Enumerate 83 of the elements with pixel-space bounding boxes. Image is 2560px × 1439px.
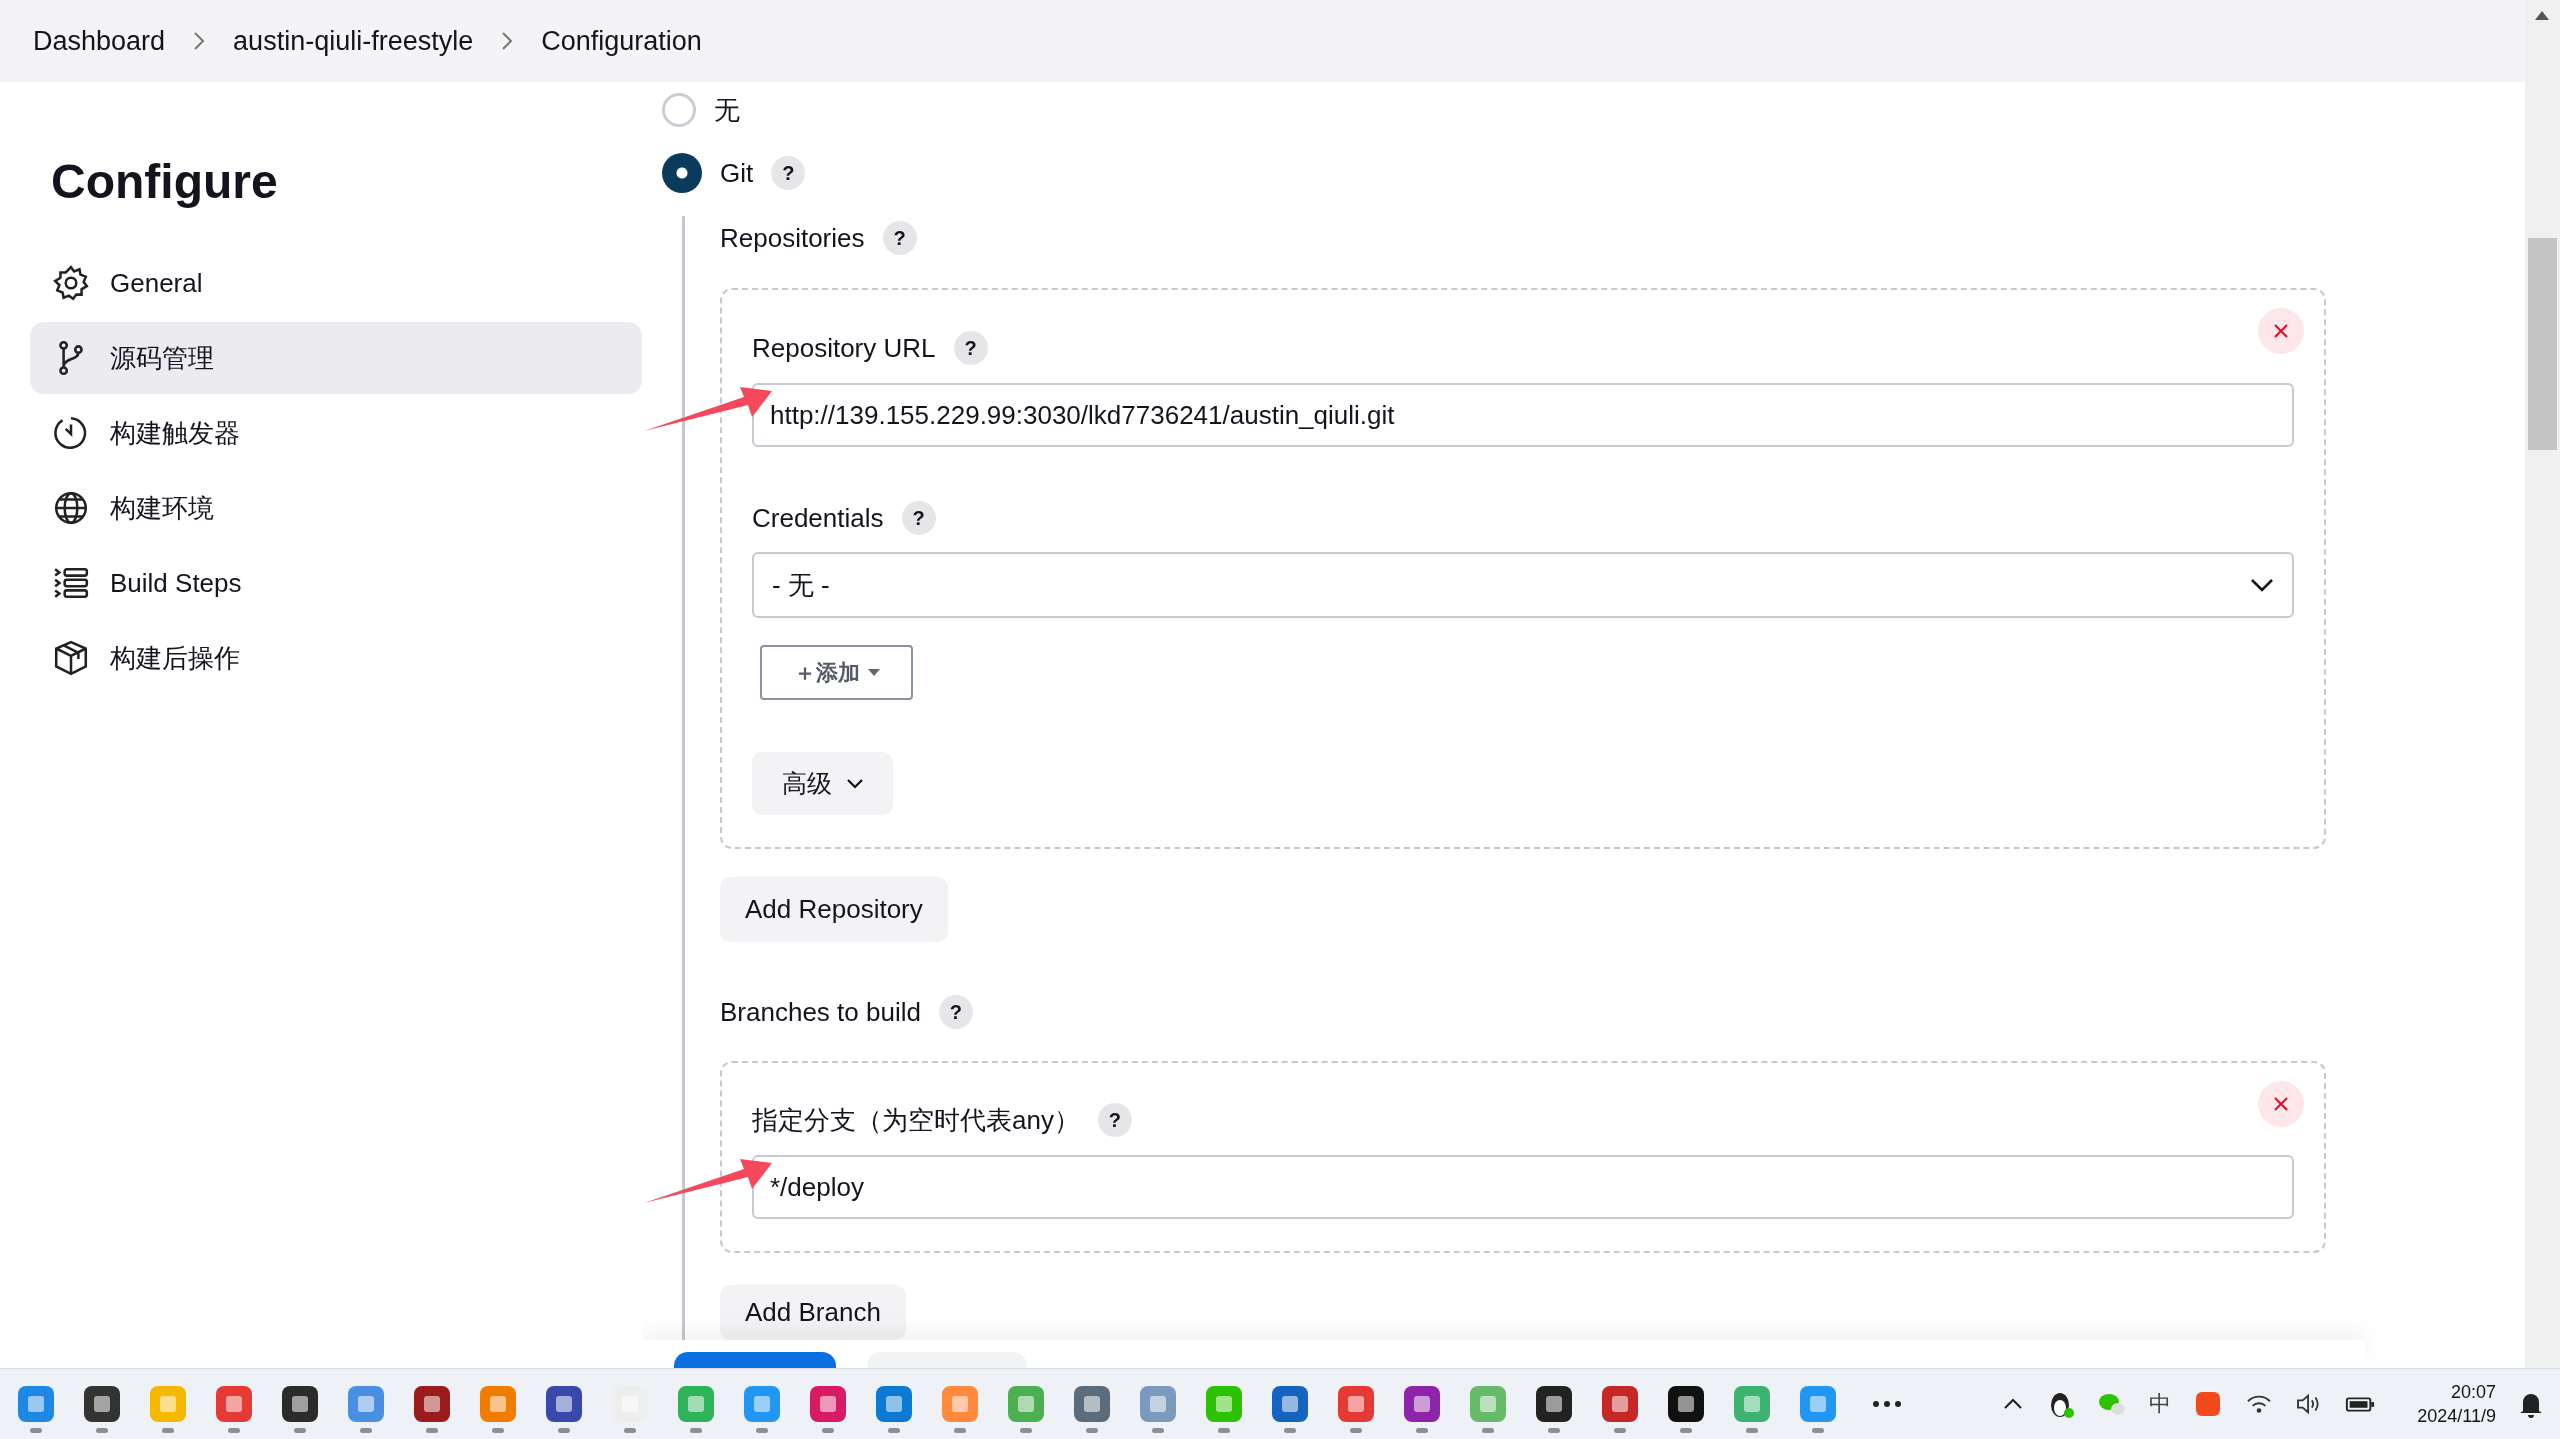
running-indicator — [1746, 1427, 1758, 1433]
running-indicator — [96, 1427, 108, 1433]
app-icon[interactable] — [1402, 1383, 1442, 1424]
running-indicator — [1482, 1427, 1494, 1433]
chevron-right-icon — [501, 31, 514, 51]
running-indicator — [1020, 1427, 1032, 1433]
sidebar-item[interactable]: 构建触发器 — [30, 397, 642, 469]
running-indicator — [492, 1427, 504, 1433]
running-indicator — [426, 1427, 438, 1433]
sidebar-item[interactable]: 构建环境 — [30, 472, 642, 544]
running-indicator — [1680, 1427, 1692, 1433]
breadcrumb-link[interactable]: Dashboard — [33, 25, 166, 57]
running-indicator — [1614, 1427, 1626, 1433]
url-input[interactable]: http://139.155.229.99:3030/lkd7736241/austin_qiuli.git — [752, 383, 2294, 447]
globe-icon — [52, 489, 90, 527]
running-indicator — [30, 1427, 42, 1433]
running-indicator — [624, 1427, 636, 1433]
sidebar-item[interactable]: 构建后操作 — [30, 622, 642, 694]
running-indicator — [294, 1427, 306, 1433]
page-title: Configure — [51, 154, 279, 209]
running-indicator — [1416, 1427, 1428, 1433]
chevron-down-icon — [845, 778, 864, 789]
radio-label: Git — [720, 157, 754, 189]
box-icon — [52, 639, 90, 677]
app-icon[interactable] — [1666, 1383, 1706, 1424]
radio-button[interactable] — [662, 93, 696, 127]
close-icon[interactable] — [2258, 308, 2304, 354]
running-indicator — [1284, 1427, 1296, 1433]
add-repository-button[interactable]: Add Repository — [720, 877, 948, 942]
add-branch-button[interactable]: Add Branch — [720, 1285, 906, 1340]
help-button[interactable]: ? — [771, 156, 806, 190]
app-icon[interactable] — [544, 1383, 584, 1424]
scrollbar-thumb[interactable] — [2528, 238, 2557, 450]
running-indicator — [822, 1427, 834, 1433]
more-icon[interactable] — [1872, 1400, 1902, 1408]
credentials-select[interactable]: - 无 - — [752, 552, 2294, 618]
running-indicator — [888, 1427, 900, 1433]
running-indicator — [1812, 1427, 1824, 1433]
advanced-button[interactable]: 高级 — [752, 752, 893, 815]
input-method-indicator[interactable]: 中 — [2149, 1389, 2172, 1419]
chevron-right-icon — [193, 31, 206, 51]
section-label: Repositories — [720, 222, 865, 254]
field-label: 指定分支（为空时代表any） — [752, 1103, 1080, 1137]
sidebar-item[interactable]: 源码管理 — [30, 322, 642, 394]
radio-button[interactable] — [662, 153, 702, 193]
sidebar-item[interactable]: General — [30, 247, 642, 319]
chevron-up-icon[interactable] — [2003, 1398, 2024, 1410]
caret-down-icon — [867, 668, 880, 677]
section-label: Branches to build — [720, 996, 921, 1028]
running-indicator — [1350, 1427, 1362, 1433]
battery-icon[interactable] — [2345, 1394, 2376, 1414]
branch-input[interactable]: */deploy — [752, 1155, 2294, 1219]
running-indicator — [1152, 1427, 1164, 1433]
running-indicator — [360, 1427, 372, 1433]
app-icon[interactable] — [412, 1383, 452, 1424]
clock-time: 20:07 — [2450, 1381, 2496, 1404]
scroll-up-icon[interactable] — [2535, 10, 2549, 20]
clock-date: 2024/11/9 — [2417, 1405, 2496, 1428]
running-indicator — [228, 1427, 240, 1433]
running-indicator — [558, 1427, 570, 1433]
running-indicator — [1086, 1427, 1098, 1433]
breadcrumb-link[interactable]: Configuration — [541, 25, 702, 57]
sidebar-item[interactable]: Build Steps — [30, 547, 642, 619]
running-indicator — [954, 1427, 966, 1433]
running-indicator — [690, 1427, 702, 1433]
add-credentials-button[interactable]: ＋添加 — [760, 645, 913, 700]
scrollbar[interactable] — [2525, 0, 2560, 1368]
running-indicator — [1548, 1427, 1560, 1433]
radio-label: 无 — [714, 93, 740, 127]
help-button[interactable]: ? — [901, 501, 936, 535]
running-indicator — [756, 1427, 768, 1433]
help-button[interactable]: ? — [1097, 1103, 1132, 1137]
help-button[interactable]: ? — [953, 331, 988, 365]
help-button[interactable]: ? — [938, 995, 973, 1029]
field-label: Credentials — [752, 502, 884, 534]
help-button[interactable]: ? — [882, 221, 917, 255]
close-icon[interactable] — [2258, 1081, 2304, 1127]
field-label: Repository URL — [752, 332, 936, 364]
running-indicator — [1218, 1427, 1230, 1433]
wifi-icon[interactable] — [2245, 1393, 2274, 1415]
running-indicator — [162, 1427, 174, 1433]
breadcrumb-link[interactable]: austin-qiuli-freestyle — [233, 25, 474, 57]
chevron-down-icon — [2250, 578, 2274, 592]
